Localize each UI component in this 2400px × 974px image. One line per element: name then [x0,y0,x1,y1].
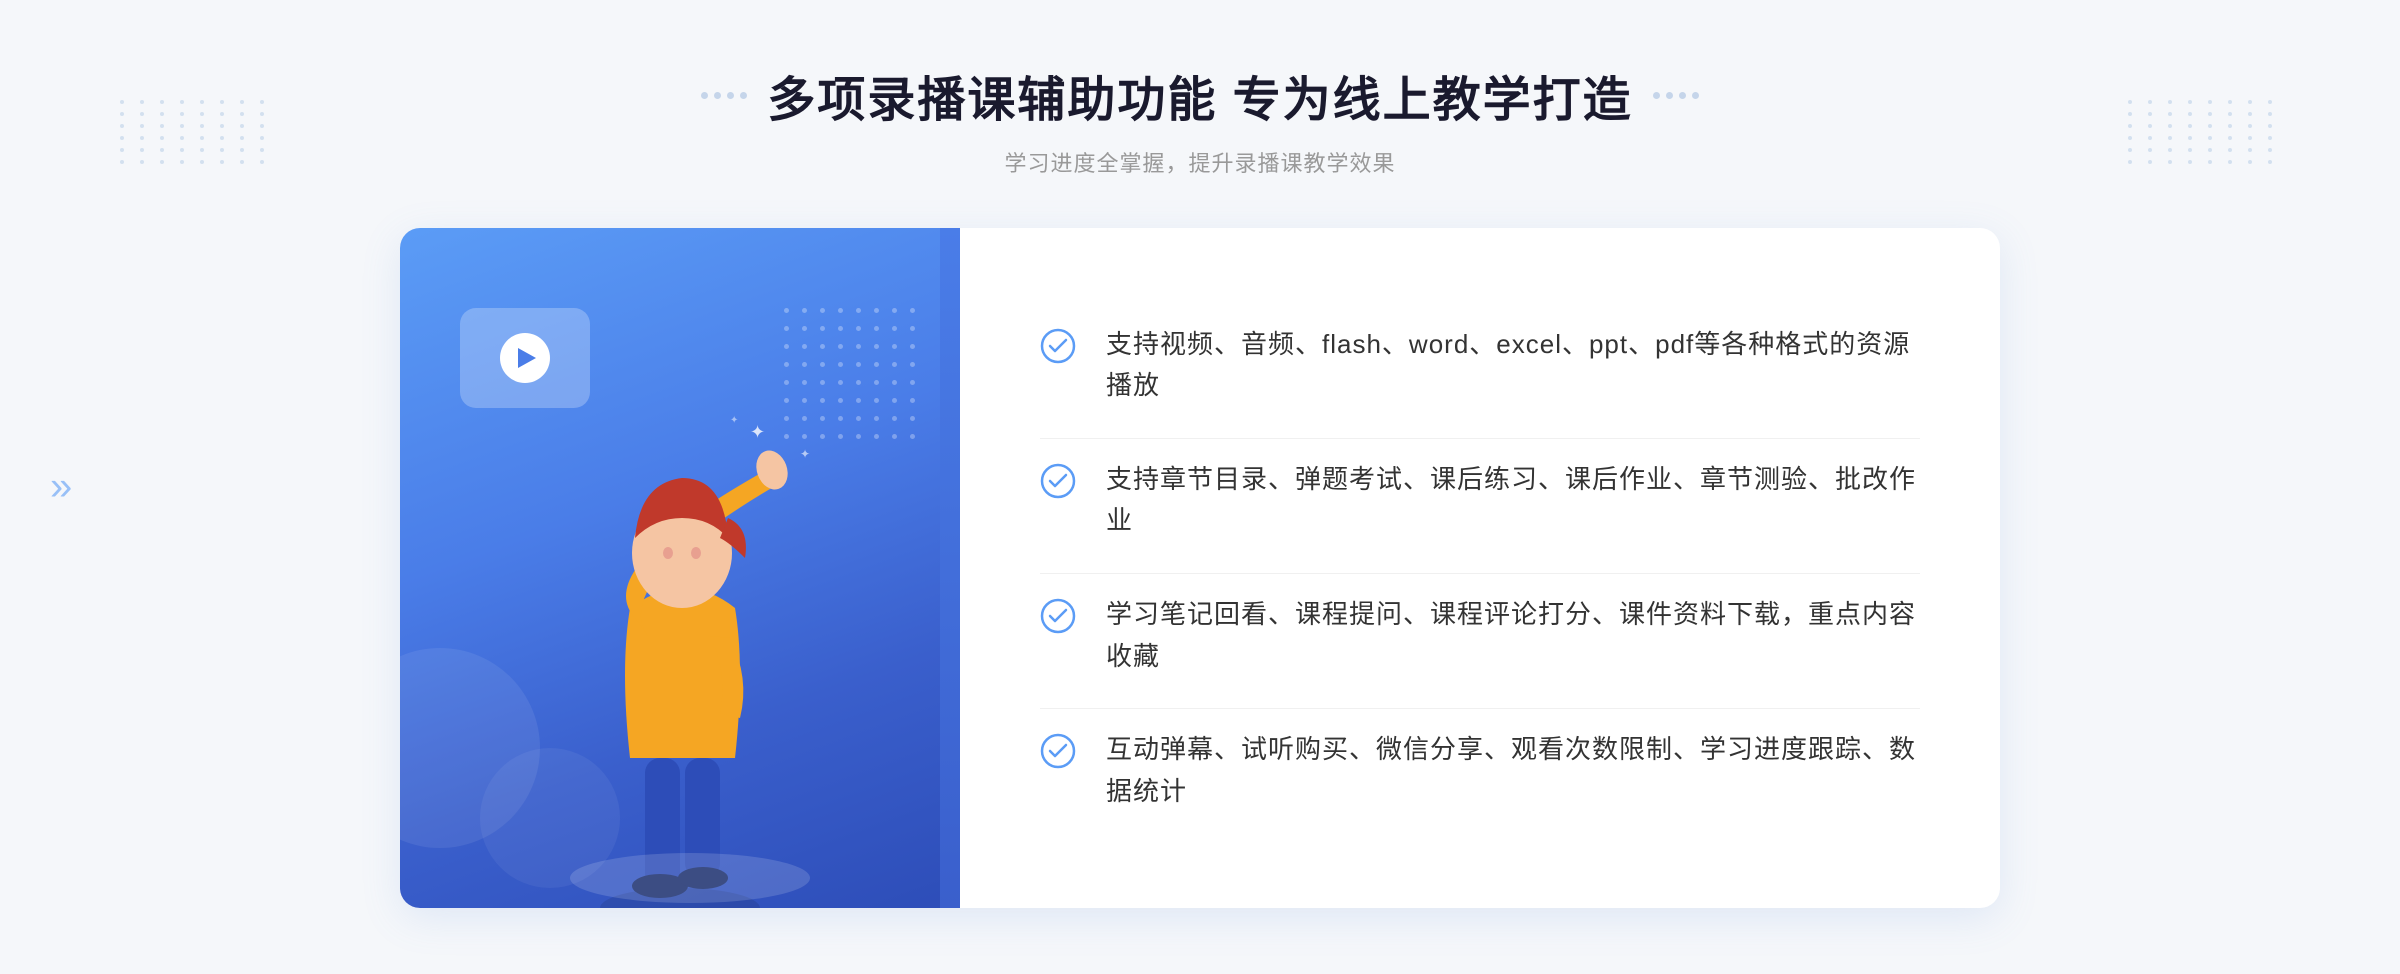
check-icon-3 [1040,598,1076,634]
stripe-bar [940,228,960,908]
illustration-area: (function(){ var d = document.currentScr… [400,228,960,908]
decorative-dots-top-left: (function(){ var d = document.currentScr… [120,100,272,164]
content-card: (function(){ var d = document.currentScr… [400,228,2000,908]
left-arrow-decoration: » [50,465,72,510]
decorative-dots-top-right: (function(){ var d = document.currentScr… [2128,100,2280,164]
svg-text:✦: ✦ [730,415,738,426]
feature-text-2: 支持章节目录、弹题考试、课后练习、课后作业、章节测验、批改作业 [1106,459,1920,542]
feature-text-3: 学习笔记回看、课程提问、课程评论打分、课件资料下载，重点内容收藏 [1106,594,1920,677]
title-dots-right [1653,92,1699,99]
features-area: 支持视频、音频、flash、word、excel、ppt、pdf等各种格式的资源… [960,228,2000,908]
feature-item-4: 互动弹幕、试听购买、微信分享、观看次数限制、学习进度跟踪、数据统计 [1040,708,1920,832]
svg-text:✦: ✦ [750,422,765,442]
check-icon-1 [1040,328,1076,364]
header-section: 多项录播课辅助功能 专为线上教学打造 学习进度全掌握，提升录播课教学效果 [701,60,1698,178]
header-title-row: 多项录播课辅助功能 专为线上教学打造 [701,60,1698,130]
feature-item-1: 支持视频、音频、flash、word、excel、ppt、pdf等各种格式的资源… [1040,304,1920,427]
person-illustration: ✦ ✦ ✦ [490,388,870,908]
feature-item-3: 学习笔记回看、课程提问、课程评论打分、课件资料下载，重点内容收藏 [1040,573,1920,697]
svg-text:✦: ✦ [800,447,810,461]
main-title: 多项录播课辅助功能 专为线上教学打造 [767,60,1632,130]
check-icon-2 [1040,463,1076,499]
feature-text-4: 互动弹幕、试听购买、微信分享、观看次数限制、学习进度跟踪、数据统计 [1106,729,1920,812]
play-triangle [518,348,536,368]
play-button-icon [500,333,550,383]
title-dots-left [701,92,747,99]
sub-title: 学习进度全掌握，提升录播课教学效果 [701,146,1698,178]
check-icon-4 [1040,733,1076,769]
feature-text-1: 支持视频、音频、flash、word、excel、ppt、pdf等各种格式的资源… [1106,324,1920,407]
feature-item-2: 支持章节目录、弹题考试、课后练习、课后作业、章节测验、批改作业 [1040,438,1920,562]
page-wrapper: (function(){ var d = document.currentScr… [0,0,2400,974]
